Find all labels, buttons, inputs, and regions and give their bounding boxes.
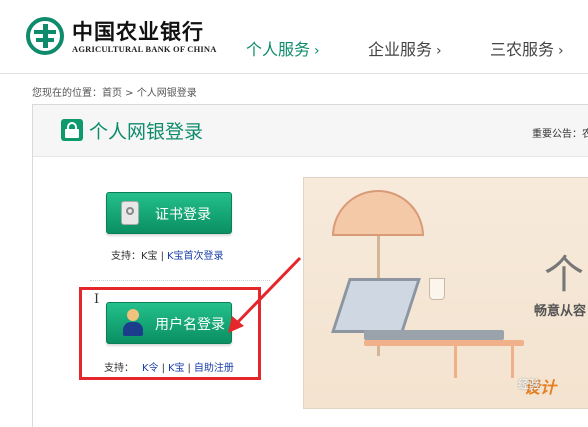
- nav-personal-services[interactable]: 个人服务 ›: [246, 36, 320, 60]
- cert-key-icon: [121, 201, 139, 225]
- laptop-base: [364, 330, 504, 340]
- certificate-login-label: 证书登录: [155, 207, 211, 223]
- chevron-right-icon: ›: [436, 43, 442, 59]
- page-title: 个人网银登录: [89, 121, 204, 143]
- cert-support-prefix: 支持：K宝: [111, 251, 158, 262]
- banner-tagline: 畅意从容: [534, 304, 587, 319]
- separator: |: [160, 251, 164, 262]
- breadcrumb-current: 个人网银登录: [136, 88, 197, 99]
- divider: [90, 280, 270, 281]
- logo-english-name[interactable]: AGRICULTURAL BANK OF CHINA: [72, 44, 217, 54]
- chevron-right-icon: ›: [558, 43, 564, 59]
- kbao-first-login-link[interactable]: K宝首次登录: [167, 251, 224, 262]
- breadcrumb-separator: >: [122, 88, 137, 99]
- important-notice[interactable]: 重要公告：农: [532, 125, 588, 140]
- umbrella-illustration: [332, 190, 424, 236]
- panel-header: 个人网银登录 重要公告：农: [33, 105, 588, 157]
- abc-logo-icon[interactable]: [26, 17, 64, 55]
- annotation-highlight-box: [79, 287, 261, 380]
- nav-label: 企业服务: [368, 40, 433, 59]
- nav-label: 三农服务: [490, 40, 555, 59]
- nav-label: 个人服务: [246, 40, 311, 59]
- lock-icon: [61, 119, 83, 141]
- breadcrumb: 您现在的位置：首页 > 个人网银登录: [32, 84, 197, 99]
- table-legs: [454, 346, 514, 378]
- site-header: 中国农业银行 AGRICULTURAL BANK OF CHINA 个人服务 › …: [0, 0, 588, 74]
- logo-chinese-name[interactable]: 中国农业银行: [72, 16, 204, 46]
- cert-support-line: 支持：K宝 | K宝首次登录: [111, 247, 224, 262]
- promo-banner[interactable]: 个 畅意从容 设计 经验: [303, 177, 588, 409]
- nav-rural-services[interactable]: 三农服务 ›: [490, 36, 564, 60]
- breadcrumb-home-link[interactable]: 首页: [102, 88, 122, 99]
- glass-illustration: [429, 278, 445, 300]
- laptop-illustration: [331, 278, 421, 333]
- nav-corporate-services[interactable]: 企业服务 ›: [368, 36, 442, 60]
- chevron-right-icon: ›: [314, 43, 320, 59]
- certificate-login-button[interactable]: 证书登录: [106, 192, 232, 234]
- banner-big-character: 个: [544, 252, 584, 298]
- watermark-text: 经验: [518, 378, 540, 391]
- breadcrumb-prefix: 您现在的位置：: [32, 88, 102, 99]
